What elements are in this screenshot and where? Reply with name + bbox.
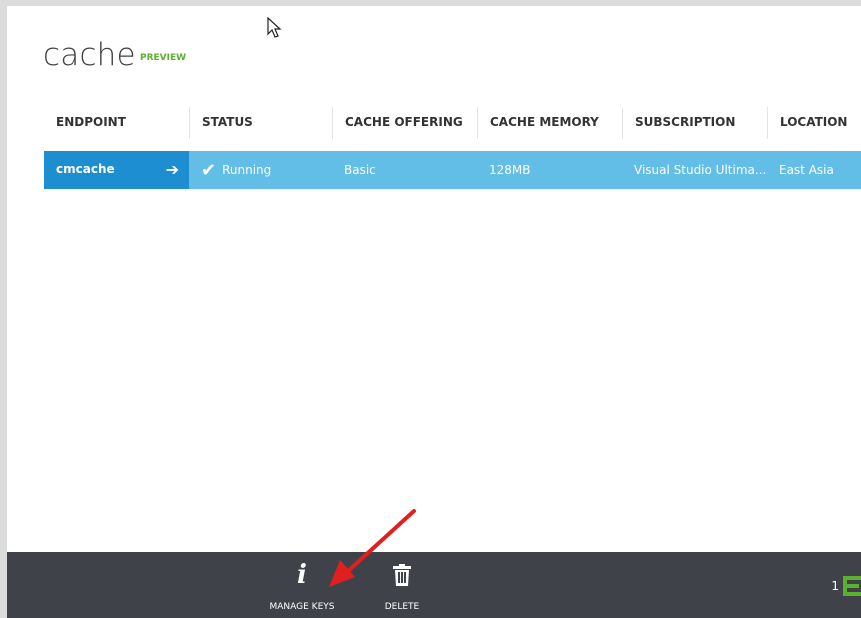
arrow-right-icon[interactable]: ➔ [166,151,179,188]
column-header-status[interactable]: STATUS [189,107,332,139]
table-header: ENDPOINT STATUS CACHE OFFERING CACHE MEM… [44,107,861,139]
list-icon[interactable] [843,576,861,596]
mouse-cursor-icon [267,17,282,38]
annotation-arrow [329,509,416,587]
info-icon[interactable]: i [297,562,307,588]
page-title: cache [43,37,136,73]
delete-label[interactable]: DELETE [377,602,427,612]
column-header-cache-memory[interactable]: CACHE MEMORY [477,107,622,139]
endpoint-cell[interactable]: cmcache ➔ [44,151,189,189]
column-header-location[interactable]: LOCATION [767,107,861,139]
cache-memory-cell: 128MB [489,163,531,177]
pager-count: 1 [831,579,839,593]
manage-keys-button[interactable]: i MANAGE KEYS [257,560,347,612]
command-bar: i MANAGE KEYS DELETE 1 [7,552,861,618]
trash-icon[interactable] [393,564,411,586]
location-cell: East Asia [779,163,834,177]
manage-keys-label[interactable]: MANAGE KEYS [257,602,347,612]
endpoint-name[interactable]: cmcache [56,162,115,176]
status-text: Running [222,163,272,177]
cache-page: cache PREVIEW ENDPOINT STATUS CACHE OFFE… [7,6,861,618]
cache-offering-cell: Basic [344,163,376,177]
pager[interactable]: 1 [831,576,861,596]
column-header-subscription[interactable]: SUBSCRIPTION [622,107,767,139]
delete-button[interactable]: DELETE [377,560,427,612]
preview-badge: PREVIEW [140,53,187,63]
subscription-cell: Visual Studio Ultima... [634,163,767,177]
column-header-cache-offering[interactable]: CACHE OFFERING [332,107,477,139]
checkmark-icon: ✔ [201,160,217,181]
status-cell: ✔ Running [189,151,332,189]
column-header-endpoint[interactable]: ENDPOINT [44,107,189,139]
table-row[interactable]: cmcache ➔ ✔ Running Basic 128MB Visual St… [44,151,861,189]
